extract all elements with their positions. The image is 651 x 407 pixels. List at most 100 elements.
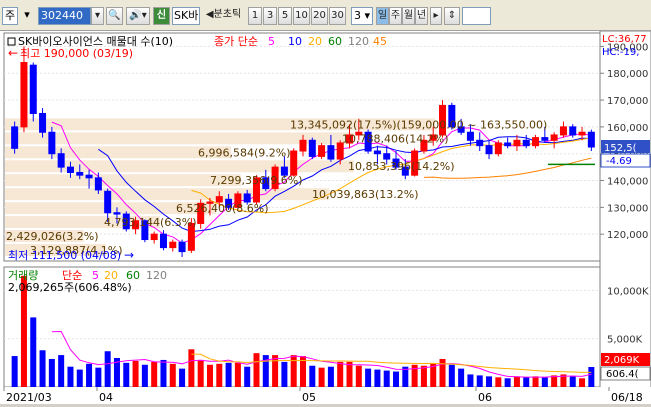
volume-bar[interactable] xyxy=(486,376,493,387)
volume-bar[interactable] xyxy=(151,361,158,387)
candle-body[interactable] xyxy=(541,137,549,141)
candle-body[interactable] xyxy=(169,241,177,249)
volume-bar[interactable] xyxy=(76,369,83,387)
candle-body[interactable] xyxy=(569,126,577,136)
speaker-icon[interactable]: 🔊▾ xyxy=(126,7,150,25)
candle-body[interactable] xyxy=(578,131,586,136)
candle-body[interactable] xyxy=(383,153,391,160)
candle-body[interactable] xyxy=(318,145,326,157)
candle-body[interactable] xyxy=(504,142,512,147)
candle-body[interactable] xyxy=(66,166,74,173)
volume-bar[interactable] xyxy=(179,368,186,387)
volume-bar[interactable] xyxy=(476,375,483,387)
up-down-arrow-icon[interactable]: ⇕ xyxy=(444,7,460,25)
volume-bar[interactable] xyxy=(365,368,372,387)
volume-bar[interactable] xyxy=(225,362,232,387)
candle-body[interactable] xyxy=(559,126,567,136)
candle-body[interactable] xyxy=(243,193,251,203)
volume-bar[interactable] xyxy=(67,366,74,387)
period-button-0[interactable]: 일 xyxy=(376,7,389,25)
volume-bar[interactable] xyxy=(290,355,297,387)
volume-bar[interactable] xyxy=(206,364,213,387)
volume-bar[interactable] xyxy=(495,377,502,387)
interval-button-30[interactable]: 30 xyxy=(329,7,346,25)
candle-body[interactable] xyxy=(150,233,158,241)
volume-bar[interactable] xyxy=(188,349,195,387)
volume-bar[interactable] xyxy=(346,361,353,387)
candle-body[interactable] xyxy=(299,139,307,152)
volume-bar[interactable] xyxy=(95,367,102,387)
volume-bar[interactable] xyxy=(197,359,204,387)
market-select[interactable]: 주 xyxy=(2,7,18,25)
volume-bar[interactable] xyxy=(448,364,455,387)
volume-bar[interactable] xyxy=(216,363,223,387)
volume-bar[interactable] xyxy=(169,363,176,387)
candle-body[interactable] xyxy=(178,241,186,253)
candle-body[interactable] xyxy=(327,145,335,160)
period-button-1[interactable]: 주 xyxy=(389,7,402,25)
market-dropdown-icon[interactable]: ▾ xyxy=(22,7,32,25)
volume-bar[interactable] xyxy=(523,377,530,387)
candle-body[interactable] xyxy=(336,142,344,160)
candle-body[interactable] xyxy=(48,131,56,155)
candle-body[interactable] xyxy=(94,177,102,191)
candle-body[interactable] xyxy=(104,190,112,214)
volume-bar[interactable] xyxy=(123,362,130,387)
candle-body[interactable] xyxy=(513,139,521,147)
volume-bar[interactable] xyxy=(309,365,316,387)
panel-toggle-icon[interactable] xyxy=(7,37,16,46)
volume-bar[interactable] xyxy=(39,350,46,387)
candle-body[interactable] xyxy=(20,62,28,128)
volume-bar[interactable] xyxy=(327,366,334,387)
volume-bar[interactable] xyxy=(160,359,167,387)
period-button-3[interactable]: 년 xyxy=(415,7,428,25)
candle-body[interactable] xyxy=(159,233,167,249)
volume-bar[interactable] xyxy=(458,368,465,387)
chart-svg[interactable]: 190,000180,000170,000160,000150,000140,0… xyxy=(0,30,651,405)
chart-area[interactable]: 190,000180,000170,000160,000150,000140,0… xyxy=(0,30,651,405)
volume-bar[interactable] xyxy=(393,371,400,387)
candle-body[interactable] xyxy=(550,134,558,141)
volume-bar[interactable] xyxy=(132,360,139,387)
volume-bar[interactable] xyxy=(541,377,548,387)
volume-bar[interactable] xyxy=(420,365,427,387)
candle-body[interactable] xyxy=(39,112,47,133)
period-button-2[interactable]: 월 xyxy=(402,7,415,25)
interval-custom[interactable]: 3 ▾ xyxy=(351,7,373,25)
volume-bar[interactable] xyxy=(272,355,279,387)
volume-bar[interactable] xyxy=(281,361,288,387)
volume-bar[interactable] xyxy=(48,358,55,387)
interval-button-20[interactable]: 20 xyxy=(311,7,328,25)
interval-button-10[interactable]: 10 xyxy=(293,7,310,25)
code-dropdown-icon[interactable]: ▾ xyxy=(91,7,104,25)
candle-body[interactable] xyxy=(485,145,493,155)
volume-bar[interactable] xyxy=(253,353,260,387)
candle-body[interactable] xyxy=(29,64,37,114)
search-icon[interactable]: 🔍 xyxy=(106,7,123,25)
period-tab[interactable]: ◀분초틱 xyxy=(201,7,246,25)
volume-bar[interactable] xyxy=(141,364,148,387)
code-input[interactable]: 302440 xyxy=(38,7,91,25)
volume-bar[interactable] xyxy=(11,356,18,387)
candle-body[interactable] xyxy=(587,131,595,148)
interval-button-5[interactable]: 5 xyxy=(278,7,292,25)
volume-bar[interactable] xyxy=(467,374,474,387)
candle-body[interactable] xyxy=(57,153,65,168)
volume-bar[interactable] xyxy=(234,362,241,387)
volume-bar[interactable] xyxy=(532,376,539,387)
volume-bar[interactable] xyxy=(569,376,576,387)
volume-bar[interactable] xyxy=(579,378,586,387)
candle-body[interactable] xyxy=(85,174,93,179)
right-arrow-icon[interactable]: ▸ xyxy=(430,7,442,25)
candle-body[interactable] xyxy=(494,142,502,155)
candle-body[interactable] xyxy=(532,137,540,147)
candle-body[interactable] xyxy=(466,131,474,141)
candle-body[interactable] xyxy=(76,171,84,176)
volume-bar[interactable] xyxy=(244,366,251,387)
volume-bar[interactable] xyxy=(86,363,93,387)
volume-bar[interactable] xyxy=(337,361,344,387)
candle-body[interactable] xyxy=(290,150,298,176)
interval-button-3[interactable]: 3 xyxy=(263,7,277,25)
candle-body[interactable] xyxy=(373,150,381,155)
volume-bar[interactable] xyxy=(104,351,111,387)
